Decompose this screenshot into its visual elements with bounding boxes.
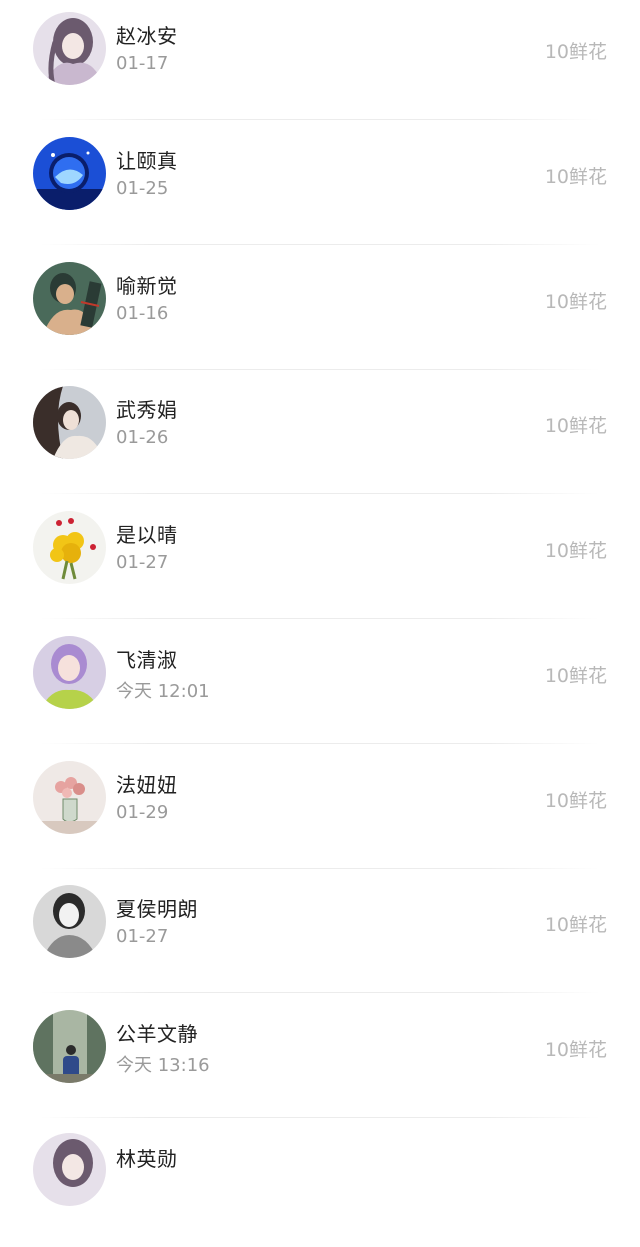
divider [40, 493, 600, 494]
avatar-girl-illustration-icon[interactable] [33, 1133, 106, 1206]
user-name: 喻新觉 [116, 274, 178, 298]
divider [40, 369, 600, 370]
gift-amount: 10鲜花 [544, 790, 607, 812]
divider [40, 1117, 600, 1118]
avatar-vase-flowers-icon[interactable] [33, 761, 106, 834]
gift-date: 今天 13:16 [116, 1055, 210, 1076]
divider [40, 992, 600, 993]
list-item[interactable]: 赵冰安 01-17 10鲜花 [0, 0, 640, 124]
list-item[interactable]: 林英勋 [0, 1123, 640, 1247]
divider [40, 618, 600, 619]
gift-date: 01-17 [116, 53, 169, 74]
divider [40, 119, 600, 120]
avatar-bw-girl-photo-icon[interactable] [33, 885, 106, 958]
avatar-woman-photo-icon[interactable] [33, 386, 106, 459]
gift-amount: 10鲜花 [544, 665, 607, 687]
avatar-couple-illustration-icon[interactable] [33, 262, 106, 335]
gift-date: 01-27 [116, 926, 169, 947]
gift-amount: 10鲜花 [544, 1039, 607, 1061]
divider [40, 743, 600, 744]
user-name: 法妞妞 [116, 773, 178, 797]
avatar-girl-illustration-icon[interactable] [33, 12, 106, 85]
gift-date: 今天 12:01 [116, 681, 210, 702]
gift-amount: 10鲜花 [544, 415, 607, 437]
gift-date: 01-26 [116, 427, 169, 448]
gift-amount: 10鲜花 [544, 540, 607, 562]
user-name: 夏侯明朗 [116, 897, 198, 921]
avatar-outdoor-person-photo-icon[interactable] [33, 1010, 106, 1083]
gift-date: 01-27 [116, 552, 169, 573]
list-item[interactable]: 喻新觉 01-16 10鲜花 [0, 250, 640, 374]
list-item[interactable]: 公羊文静 今天 13:16 10鲜花 [0, 998, 640, 1122]
user-name: 林英勋 [116, 1147, 178, 1171]
user-name: 飞清淑 [116, 648, 178, 672]
gift-date: 01-25 [116, 178, 169, 199]
gift-amount: 10鲜花 [544, 41, 607, 63]
user-name: 公羊文静 [116, 1022, 198, 1046]
user-name: 赵冰安 [116, 24, 178, 48]
list-item[interactable]: 是以晴 01-27 10鲜花 [0, 499, 640, 623]
list-item[interactable]: 飞清淑 今天 12:01 10鲜花 [0, 624, 640, 748]
avatar-purple-hair-girl-icon[interactable] [33, 636, 106, 709]
list-item[interactable]: 法妞妞 01-29 10鲜花 [0, 749, 640, 873]
user-name: 是以晴 [116, 523, 178, 547]
user-name: 让颐真 [116, 149, 178, 173]
divider [40, 868, 600, 869]
divider [40, 244, 600, 245]
avatar-yellow-flowers-icon[interactable] [33, 511, 106, 584]
gift-amount: 10鲜花 [544, 166, 607, 188]
gift-amount: 10鲜花 [544, 291, 607, 313]
list-item[interactable]: 武秀娟 01-26 10鲜花 [0, 374, 640, 498]
user-name: 武秀娟 [116, 398, 178, 422]
gift-date: 01-29 [116, 802, 169, 823]
gift-date: 01-16 [116, 303, 169, 324]
avatar-moon-whale-icon[interactable] [33, 137, 106, 210]
list-item[interactable]: 夏侯明朗 01-27 10鲜花 [0, 873, 640, 997]
list-item[interactable]: 让颐真 01-25 10鲜花 [0, 125, 640, 249]
gift-amount: 10鲜花 [544, 914, 607, 936]
